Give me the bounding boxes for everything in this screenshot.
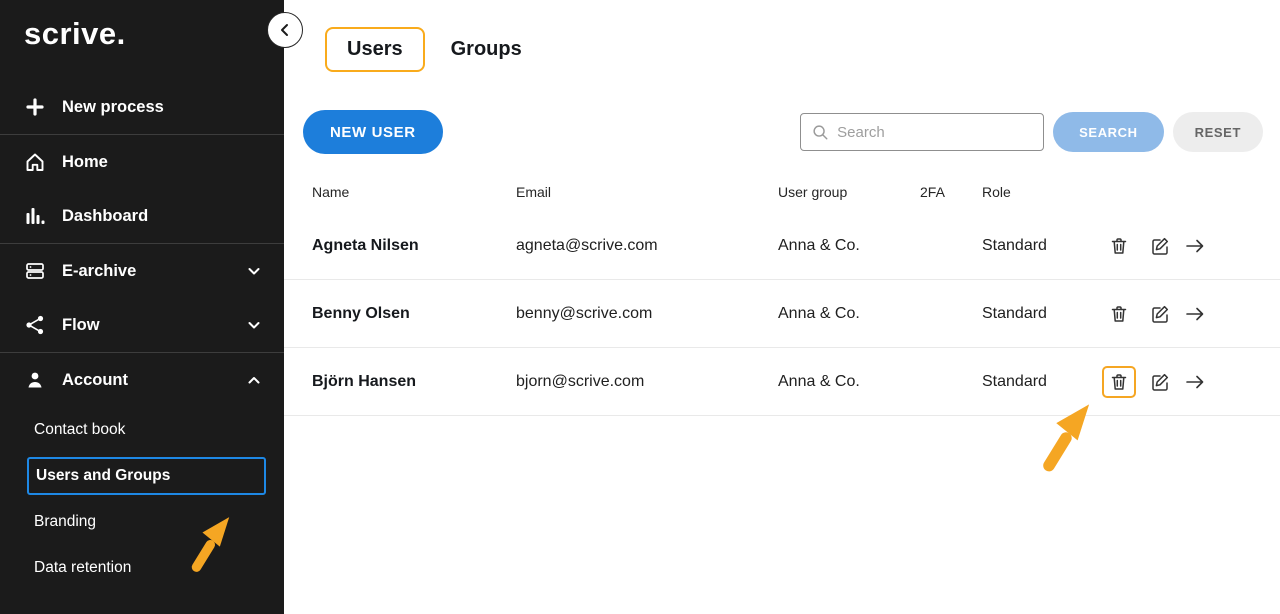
edit-icon bbox=[1150, 304, 1170, 324]
user-name: Agneta Nilsen bbox=[312, 237, 516, 255]
sidebar-item-account[interactable]: Account bbox=[0, 353, 284, 407]
sidebar-subitem-users-and-groups[interactable]: Users and Groups bbox=[0, 453, 284, 499]
tab-bar: Users Groups bbox=[325, 27, 1280, 72]
search-field[interactable] bbox=[800, 113, 1044, 151]
sidebar-subitem-label: Users and Groups bbox=[36, 467, 170, 485]
user-role: Standard bbox=[982, 237, 1102, 255]
chevron-down-icon bbox=[246, 263, 262, 279]
arrow-right-icon bbox=[1184, 236, 1206, 256]
edit-user-button[interactable] bbox=[1150, 304, 1170, 324]
home-icon bbox=[24, 151, 46, 173]
new-user-button[interactable]: NEW USER bbox=[303, 110, 443, 154]
user-group: Anna & Co. bbox=[778, 237, 920, 255]
user-group: Anna & Co. bbox=[778, 305, 920, 323]
open-user-button[interactable] bbox=[1184, 372, 1206, 392]
sidebar-item-flow[interactable]: Flow bbox=[0, 298, 284, 352]
plus-icon bbox=[24, 96, 46, 118]
column-header-role: Role bbox=[982, 184, 1102, 200]
column-header-email: Email bbox=[516, 184, 778, 200]
user-name: Benny Olsen bbox=[312, 305, 516, 323]
table-row: Agneta Nilsen agneta@scrive.com Anna & C… bbox=[284, 212, 1280, 280]
tab-users[interactable]: Users bbox=[325, 27, 425, 72]
sidebar-item-home[interactable]: Home bbox=[0, 135, 284, 189]
search-input[interactable] bbox=[837, 124, 1027, 141]
user-group: Anna & Co. bbox=[778, 373, 920, 391]
table-row: Björn Hansen bjorn@scrive.com Anna & Co.… bbox=[284, 348, 1280, 416]
trash-highlight-box bbox=[1102, 366, 1136, 398]
sidebar-item-label: Home bbox=[62, 153, 108, 172]
tab-groups[interactable]: Groups bbox=[451, 28, 522, 71]
sidebar-item-label: E-archive bbox=[62, 262, 136, 281]
row-actions bbox=[1102, 366, 1280, 398]
flow-icon bbox=[24, 314, 46, 336]
sidebar-subitem-data-retention[interactable]: Data retention bbox=[0, 545, 284, 591]
collapse-sidebar-button[interactable] bbox=[267, 12, 303, 48]
open-user-button[interactable] bbox=[1184, 236, 1206, 256]
column-header-user-group: User group bbox=[778, 184, 920, 200]
sidebar-subitem-contact-book[interactable]: Contact book bbox=[0, 407, 284, 453]
chevron-down-icon bbox=[246, 317, 262, 333]
scrive-logo: scrive. bbox=[0, 0, 284, 52]
edit-user-button[interactable] bbox=[1150, 236, 1170, 256]
sidebar-item-label: Dashboard bbox=[62, 207, 148, 226]
sidebar-subitem-label: Data retention bbox=[34, 559, 131, 577]
sidebar-item-label: New process bbox=[62, 98, 164, 117]
user-email: benny@scrive.com bbox=[516, 305, 778, 323]
toolbar: NEW USER SEARCH RESET bbox=[284, 110, 1280, 154]
active-item-outline: Users and Groups bbox=[27, 457, 266, 495]
table-header-row: Name Email User group 2FA Role bbox=[284, 172, 1280, 212]
users-table: Name Email User group 2FA Role Agneta Ni… bbox=[284, 172, 1280, 416]
edit-icon bbox=[1150, 372, 1170, 392]
sidebar-item-dashboard[interactable]: Dashboard bbox=[0, 189, 284, 243]
sidebar-item-label: Flow bbox=[62, 316, 100, 335]
user-email: agneta@scrive.com bbox=[516, 237, 778, 255]
row-actions bbox=[1102, 230, 1280, 262]
sidebar-item-label: Account bbox=[62, 371, 128, 390]
table-row: Benny Olsen benny@scrive.com Anna & Co. … bbox=[284, 280, 1280, 348]
sidebar: scrive. New process Home Dashboard bbox=[0, 0, 284, 614]
arrow-right-icon bbox=[1184, 372, 1206, 392]
sidebar-subitem-label: Contact book bbox=[34, 421, 125, 439]
search-button[interactable]: SEARCH bbox=[1053, 112, 1164, 152]
archive-icon bbox=[24, 260, 46, 282]
sidebar-subitem-branding[interactable]: Branding bbox=[0, 499, 284, 545]
column-header-name: Name bbox=[312, 184, 516, 200]
user-role: Standard bbox=[982, 373, 1102, 391]
bar-chart-icon bbox=[24, 205, 46, 227]
column-header-2fa: 2FA bbox=[920, 184, 982, 200]
user-role: Standard bbox=[982, 305, 1102, 323]
reset-button[interactable]: RESET bbox=[1173, 112, 1263, 152]
sidebar-item-new-process[interactable]: New process bbox=[0, 80, 284, 134]
edit-user-button[interactable] bbox=[1150, 372, 1170, 392]
user-email: bjorn@scrive.com bbox=[516, 373, 778, 391]
user-icon bbox=[24, 369, 46, 391]
search-icon bbox=[811, 123, 829, 141]
open-user-button[interactable] bbox=[1184, 304, 1206, 324]
sidebar-nav: New process Home Dashboard E-archive bbox=[0, 80, 284, 591]
delete-user-button[interactable] bbox=[1109, 372, 1129, 392]
chevron-up-icon bbox=[246, 372, 262, 388]
trash-icon bbox=[1109, 304, 1129, 324]
main-content: Users Groups NEW USER SEARCH RESET Name … bbox=[284, 0, 1280, 614]
trash-icon bbox=[1109, 236, 1129, 256]
delete-user-button[interactable] bbox=[1109, 236, 1129, 256]
edit-icon bbox=[1150, 236, 1170, 256]
user-name: Björn Hansen bbox=[312, 373, 516, 391]
trash-icon bbox=[1109, 372, 1129, 392]
chevron-left-icon bbox=[277, 22, 293, 38]
row-actions bbox=[1102, 298, 1280, 330]
delete-user-button[interactable] bbox=[1109, 304, 1129, 324]
sidebar-subitem-label: Branding bbox=[34, 513, 96, 531]
sidebar-item-e-archive[interactable]: E-archive bbox=[0, 244, 284, 298]
arrow-right-icon bbox=[1184, 304, 1206, 324]
